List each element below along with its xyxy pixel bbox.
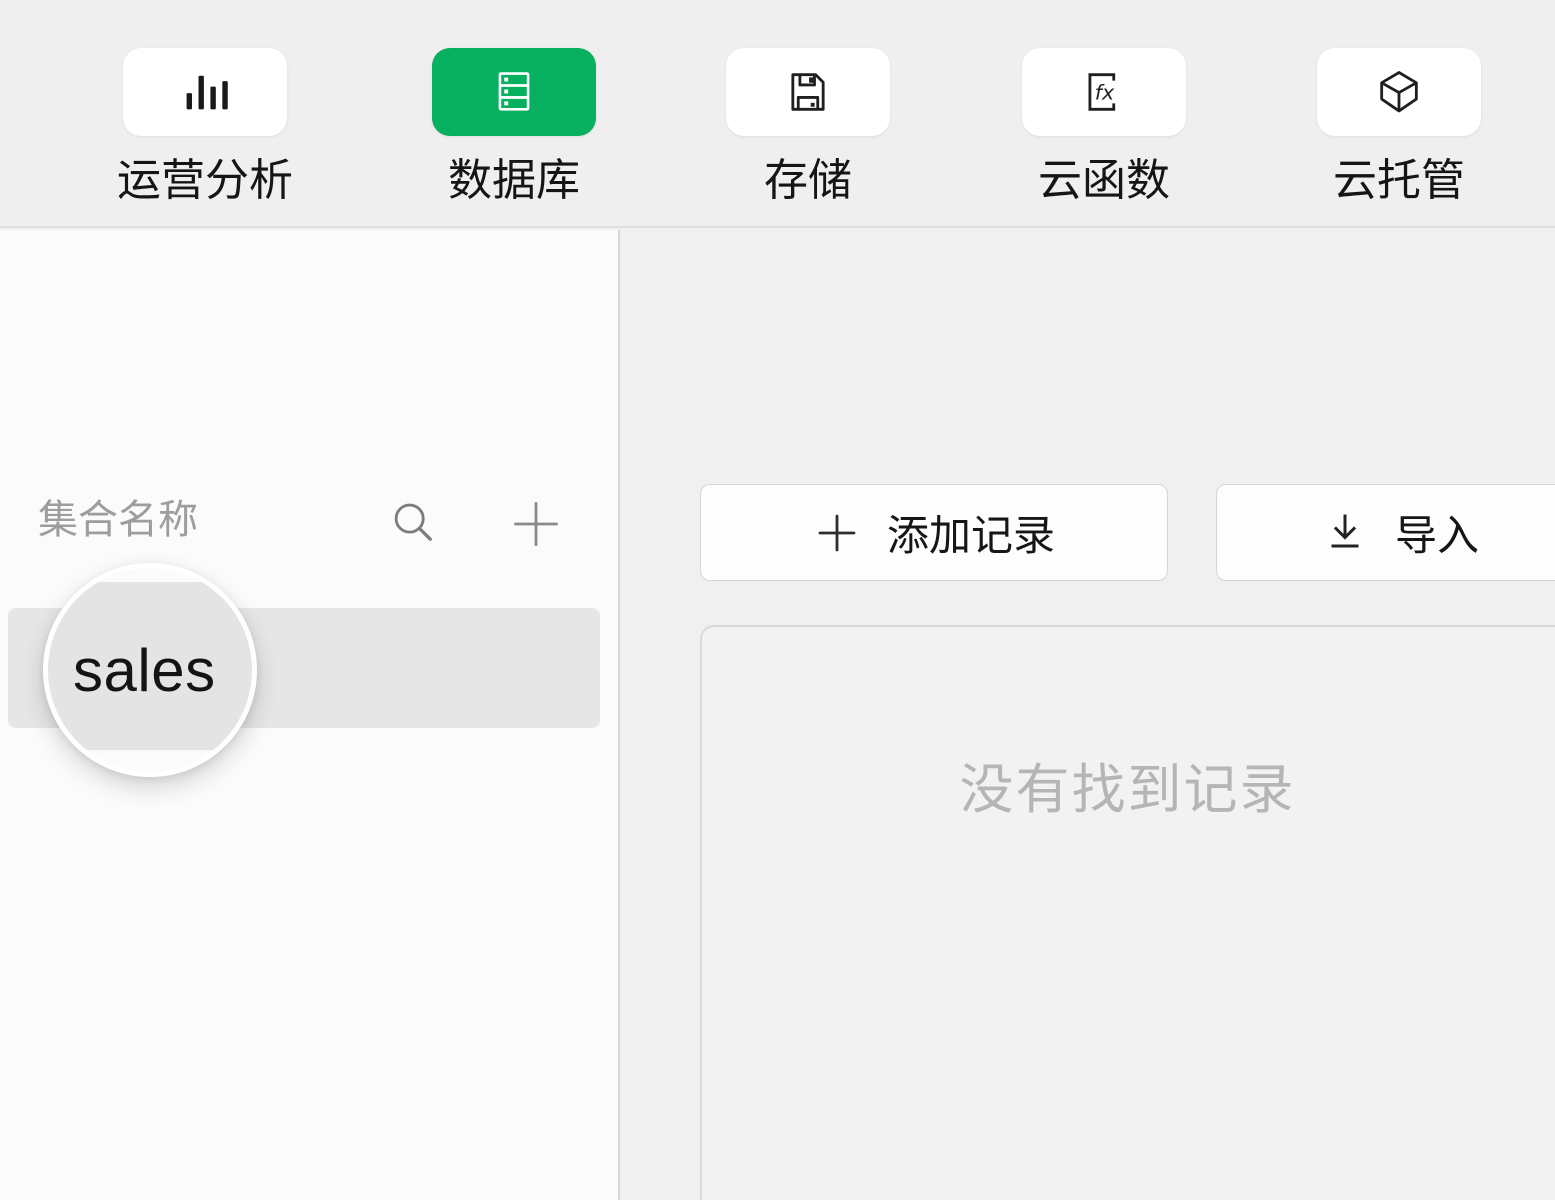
no-records-message: 没有找到记录 [702, 745, 1553, 824]
tab-database[interactable]: 数据库 [432, 48, 596, 206]
add-record-button[interactable]: 添加记录 [700, 484, 1168, 581]
tab-operations-analysis[interactable]: 运营分析 [117, 48, 293, 206]
tab-label: 数据库 [448, 156, 580, 206]
tab-cloud-functions[interactable]: fx 云函数 [1022, 48, 1186, 206]
tab-cloud-hosting[interactable]: 云托管 [1317, 48, 1481, 206]
import-label: 导入 [1395, 502, 1479, 563]
cloudbase-console: 运营分析 数据库 [0, 0, 1555, 1200]
tab-label: 运营分析 [117, 156, 293, 206]
import-button[interactable]: 导入 [1216, 484, 1555, 581]
floppy-disk-icon [726, 48, 890, 136]
import-download-icon [1321, 509, 1369, 557]
add-record-label: 添加记录 [887, 502, 1055, 563]
tab-storage[interactable]: 存储 [726, 48, 890, 206]
collections-sidebar: 集合名称 sales [0, 230, 620, 1200]
add-collection-icon[interactable] [510, 498, 562, 550]
cube-icon [1317, 48, 1481, 136]
collection-name-magnified: sales [73, 563, 216, 777]
search-icon[interactable] [388, 498, 440, 550]
bar-chart-icon [123, 48, 287, 136]
fx-function-icon: fx [1022, 48, 1186, 136]
collections-header-label: 集合名称 [38, 496, 198, 544]
records-pane: 添加记录 导入 没有找到记录 [622, 230, 1555, 1200]
tab-label: 存储 [764, 156, 852, 206]
database-icon [432, 48, 596, 136]
toolbar: 运营分析 数据库 [0, 0, 1555, 228]
magnifier-loupe-overlay: sales [43, 563, 257, 777]
svg-text:fx: fx [1095, 81, 1115, 105]
plus-icon [813, 509, 861, 557]
records-empty-panel: 没有找到记录 [700, 625, 1555, 1200]
tab-label: 云函数 [1038, 156, 1170, 206]
tab-label: 云托管 [1333, 156, 1465, 206]
